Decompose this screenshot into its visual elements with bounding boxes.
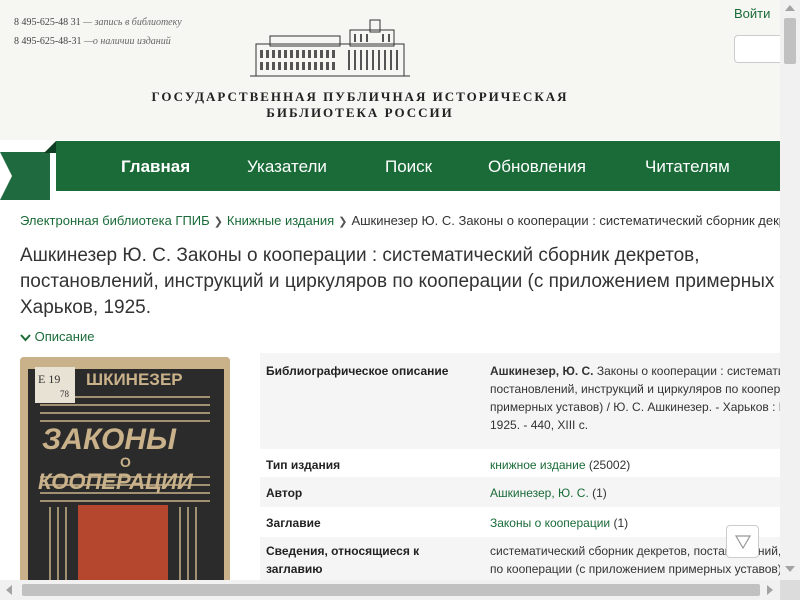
nav-item-indexes[interactable]: Указатели (247, 157, 327, 177)
scroll-left-arrow-icon[interactable] (6, 585, 12, 595)
horizontal-scrollbar[interactable] (0, 580, 780, 600)
phone-registration-note: — запись в библиотеку (83, 17, 182, 28)
description-toggle[interactable]: Описание (20, 329, 94, 344)
author-value: Ашкинезер, Ю. С. (1) (490, 484, 780, 502)
horizontal-scrollbar-thumb[interactable] (22, 584, 760, 596)
page-title-line3: Харьков, 1925. (20, 297, 151, 318)
nav-ribbon-decoration (0, 152, 50, 200)
page-title-line1: Ашкинезер Ю. С. Законы о кооперации : си… (20, 245, 700, 266)
bib-line3: примерных уставов) / Ю. С. Ашкинезер. - … (490, 400, 780, 414)
page-title-line2: постановлений, инструкций и циркуляров п… (20, 271, 780, 292)
bib-description-label: Библиографическое описание (266, 364, 449, 378)
phone-availability-note: —о наличии изданий (84, 36, 171, 47)
edition-type-link[interactable]: книжное издание (490, 458, 586, 472)
scroll-right-arrow-icon[interactable] (767, 585, 773, 595)
nav-ribbon-fold (44, 141, 56, 153)
edition-type-value: книжное издание (25002) (490, 456, 780, 474)
search-input[interactable] (734, 35, 781, 63)
nav-item-home[interactable]: Главная (121, 157, 190, 177)
library-building-logo[interactable] (250, 16, 410, 80)
description-toggle-label: Описание (34, 329, 95, 344)
bib-author: Ашкинезер, Ю. С. (490, 364, 594, 378)
author-count: (1) (588, 486, 607, 500)
nav-item-readers[interactable]: Читателям (645, 157, 730, 177)
breadcrumb-item-books[interactable]: Книжные издания (227, 213, 334, 228)
cover-title-small: О (120, 454, 131, 470)
cover-title-big: ЗАКОНЫ (42, 423, 177, 456)
title-info-label-line1: Сведения, относящиеся к (266, 544, 420, 558)
bib-line4: 1925. - 440, XIII с. (490, 418, 589, 432)
cover-author-text: ШКИНЕЗЕР (86, 370, 183, 389)
bib-description-value: Ашкинезер, Ю. С. Законы о кооперации : с… (490, 362, 780, 434)
cover-title-line3: КООПЕРАЦИИ (38, 469, 194, 494)
scroll-up-arrow-icon[interactable] (785, 5, 795, 11)
book-cover-art: Е 19 78 ШКИНЕЗЕР ЗАКОНЫ О КООПЕРАЦИИ (20, 357, 230, 580)
nav-item-search[interactable]: Поиск (385, 157, 432, 177)
site-header: 8 495-625-48 31 — запись в библиотеку 8 … (0, 0, 781, 140)
nav-item-updates[interactable]: Обновления (488, 157, 586, 177)
contact-phones: 8 495-625-48 31 — запись в библиотеку 8 … (14, 13, 182, 51)
breadcrumb-item-current: Ашкинезер Ю. С. Законы о кооперации : си… (351, 213, 780, 228)
bib-line1: Законы о кооперации : систематический сб… (596, 364, 780, 378)
title-info-label: Сведения, относящиеся к заглавию (266, 542, 481, 578)
title-info-line2: по кооперации (с приложением примерных у… (490, 562, 780, 576)
table-row: Библиографическое описание Ашкинезер, Ю.… (260, 353, 780, 449)
cover-stamp-line2: 78 (60, 389, 70, 399)
phone-availability[interactable]: 8 495-625-48-31 (14, 36, 82, 47)
title-label: Заглавие (266, 516, 321, 530)
title-info-label-line2: заглавию (266, 562, 323, 576)
triangle-down-icon (734, 534, 751, 549)
scroll-to-top-button[interactable] (726, 525, 759, 558)
table-row: Сведения, относящиеся к заглавию система… (260, 537, 780, 583)
page-title: Ашкинезер Ю. С. Законы о кооперации : си… (20, 243, 780, 321)
breadcrumb: Электронная библиотека ГПИБ ❯ Книжные изда… (20, 213, 780, 228)
table-row: Заглавие Законы о кооперации (1) (260, 507, 780, 537)
library-name-line1: ГОСУДАРСТВЕННАЯ ПУБЛИЧНАЯ ИСТОРИЧЕСКАЯ (151, 89, 569, 104)
table-row: Тип издания книжное издание (25002) (260, 449, 780, 477)
book-cover-image[interactable]: Е 19 78 ШКИНЕЗЕР ЗАКОНЫ О КООПЕРАЦИИ (20, 357, 230, 580)
breadcrumb-item-library[interactable]: Электронная библиотека ГПИБ (20, 213, 210, 228)
edition-type-count: (25002) (585, 458, 631, 472)
title-count: (1) (610, 516, 629, 530)
login-link[interactable]: Войти (734, 6, 770, 21)
chevron-down-icon (20, 329, 35, 344)
phone-registration[interactable]: 8 495-625-48 31 (14, 17, 81, 28)
breadcrumb-chevron-icon: ❯ (213, 216, 223, 228)
bib-line2: постановлений, инструкций и циркуляров п… (490, 382, 780, 396)
scroll-down-arrow-icon[interactable] (785, 566, 795, 572)
author-link[interactable]: Ашкинезер, Ю. С. (490, 486, 589, 500)
edition-type-label: Тип издания (266, 458, 341, 472)
main-navigation: Главная Указатели Поиск Обновления Читат… (56, 141, 780, 191)
vertical-scrollbar-thumb[interactable] (784, 18, 796, 64)
breadcrumb-chevron-icon: ❯ (338, 216, 348, 228)
library-name: ГОСУДАРСТВЕННАЯ ПУБЛИЧНАЯ ИСТОРИЧЕСКАЯ Б… (100, 89, 620, 121)
library-name-line2: БИБЛИОТЕКА РОССИИ (266, 105, 454, 120)
table-row: Автор Ашкинезер, Ю. С. (1) (260, 477, 780, 507)
cover-stamp-line1: Е 19 (38, 372, 60, 386)
scrollbar-corner (780, 580, 800, 600)
author-label: Автор (266, 486, 303, 500)
vertical-scrollbar[interactable] (780, 0, 800, 580)
title-link[interactable]: Законы о кооперации (490, 516, 610, 530)
